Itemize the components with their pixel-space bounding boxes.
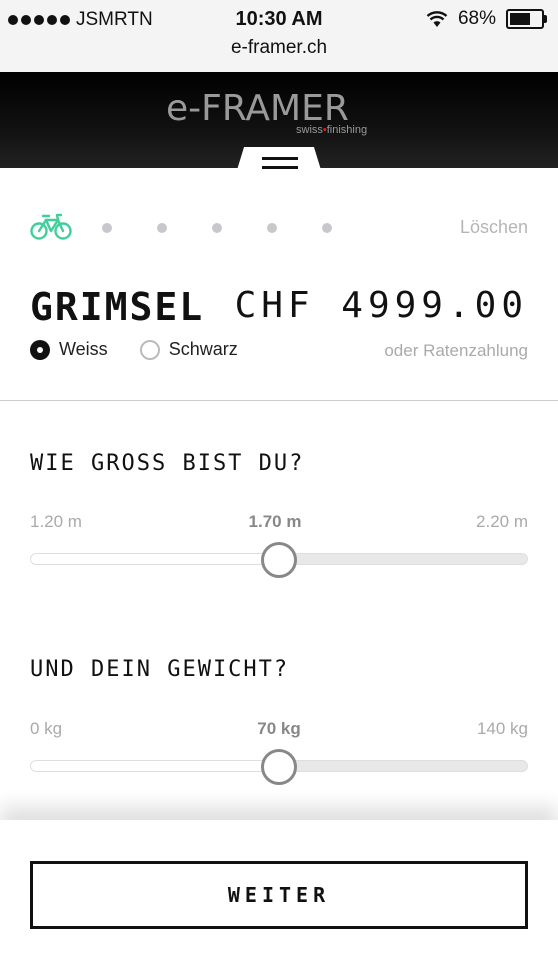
logo-text: e-FRAMER — [166, 88, 349, 126]
weight-slider-fill — [31, 761, 279, 771]
bicycle-icon — [30, 213, 72, 240]
weight-question: UND DEIN GEWICHT? — [30, 657, 290, 682]
height-value: 1.70 m — [248, 512, 302, 531]
height-slider-fill — [31, 554, 279, 564]
color-radio-schwarz[interactable] — [139, 339, 160, 360]
battery-fill — [510, 13, 531, 25]
color-label-weiss[interactable]: Weiss — [59, 339, 108, 360]
height-min: 1.20 m — [30, 512, 82, 531]
financing-link[interactable]: oder Ratenzahlung — [384, 341, 528, 361]
logo-tagline: swiss•finishing — [296, 124, 367, 136]
wifi-icon — [426, 11, 448, 27]
battery-percent: 68% — [457, 8, 496, 29]
weight-slider[interactable] — [30, 749, 528, 785]
logo-wordmark: e-FRAMER — [166, 88, 349, 129]
step-dot[interactable] — [102, 223, 112, 233]
step-dot[interactable] — [322, 223, 332, 233]
step-indicator: Löschen — [30, 208, 528, 248]
step-dot[interactable] — [267, 223, 277, 233]
logo[interactable]: e-FRAMER swiss•finishing — [0, 86, 558, 136]
height-slider-handle[interactable] — [261, 542, 297, 578]
height-slider[interactable] — [30, 542, 528, 578]
clear-button[interactable]: Löschen — [460, 217, 528, 238]
weight-min: 0 kg — [30, 719, 63, 738]
menu-button[interactable] — [233, 147, 325, 183]
step-dot[interactable] — [157, 223, 167, 233]
address-bar-url[interactable]: e-framer.ch — [0, 37, 558, 59]
step-dot[interactable] — [212, 223, 222, 233]
status-right: 68% — [426, 8, 547, 30]
next-button[interactable]: WEITER — [30, 861, 528, 929]
weight-value: 70 kg — [257, 719, 301, 738]
weight-slider-handle[interactable] — [261, 749, 297, 785]
color-radio-weiss[interactable] — [30, 339, 50, 360]
weight-max: 140 kg — [476, 719, 528, 738]
color-options: Weiss Schwarz — [30, 339, 270, 360]
product-price: CHF 4999.00 — [234, 285, 528, 326]
logo-tagline-right: finishing — [326, 124, 368, 136]
height-question: WIE GROSS BIST DU? — [30, 451, 305, 476]
battery-icon — [506, 9, 547, 29]
status-bar: JSMRTN 10:30 AM 68% e-framer.ch — [0, 0, 558, 73]
color-label-schwarz[interactable]: Schwarz — [169, 339, 238, 360]
product-name: GRIMSEL — [30, 285, 205, 329]
height-max: 2.20 m — [476, 512, 528, 531]
logo-tagline-left: swiss — [296, 124, 323, 136]
divider — [0, 400, 558, 401]
bottom-bar: WEITER — [0, 820, 558, 970]
